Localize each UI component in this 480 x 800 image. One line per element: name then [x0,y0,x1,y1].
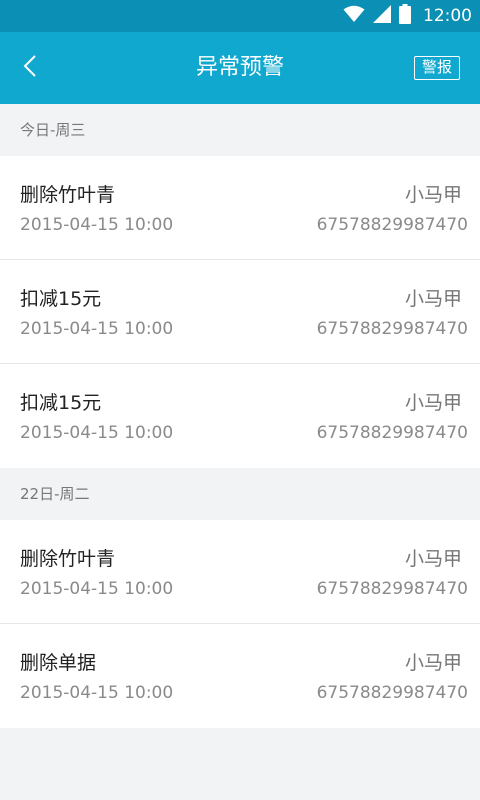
item-time: 2015-04-15 10:00 [20,319,174,339]
list-item[interactable]: 删除单据 小马甲 2015-04-15 10:00 67578829987470 [0,624,480,728]
item-title: 删除竹叶青 [20,548,116,570]
item-user: 小马甲 [404,392,462,414]
status-bar: 12:00 [0,0,480,32]
item-title: 删除竹叶青 [20,184,116,206]
item-code: 67578829987470 [316,579,468,599]
status-icons: 12:00 [343,0,472,32]
list-item[interactable]: 扣减15元 小马甲 2015-04-15 10:00 6757882998747… [0,364,480,468]
signal-icon [373,5,391,27]
alarm-button[interactable]: 警报 [413,56,460,80]
list-item[interactable]: 删除竹叶青 小马甲 2015-04-15 10:00 6757882998747… [0,156,480,260]
item-user: 小马甲 [404,652,462,674]
item-user: 小马甲 [404,288,462,310]
item-code: 67578829987470 [316,319,468,339]
wifi-icon [343,5,365,27]
chevron-left-icon [23,54,37,82]
list-item[interactable]: 删除竹叶青 小马甲 2015-04-15 10:00 6757882998747… [0,520,480,624]
item-title: 扣减15元 [20,392,102,414]
item-time: 2015-04-15 10:00 [20,683,174,703]
item-title: 扣减15元 [20,288,102,310]
alert-list: 今日-周三 删除竹叶青 小马甲 2015-04-15 10:00 6757882… [0,104,480,728]
page-title: 异常预警 [195,55,284,80]
section-header-22nd: 22日-周二 [0,468,480,520]
item-title: 删除单据 [20,652,97,674]
status-time: 12:00 [423,6,472,26]
list-item[interactable]: 扣减15元 小马甲 2015-04-15 10:00 6757882998747… [0,260,480,364]
item-code: 67578829987470 [316,423,468,443]
battery-icon [399,4,411,28]
item-user: 小马甲 [404,548,462,570]
item-time: 2015-04-15 10:00 [20,423,174,443]
section-header-today: 今日-周三 [0,104,480,156]
back-button[interactable] [10,48,50,88]
app-bar: 异常预警 警报 [0,32,480,104]
item-time: 2015-04-15 10:00 [20,215,174,235]
item-time: 2015-04-15 10:00 [20,579,174,599]
item-user: 小马甲 [404,184,462,206]
item-code: 67578829987470 [316,215,468,235]
item-code: 67578829987470 [316,683,468,703]
